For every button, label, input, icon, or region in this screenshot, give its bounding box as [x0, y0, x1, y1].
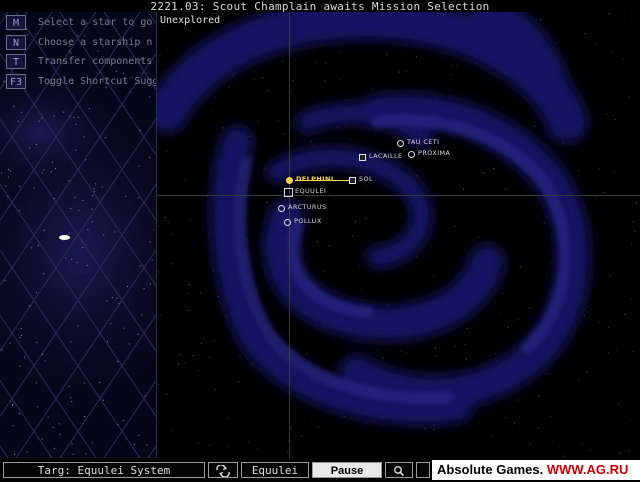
watermark-url: WWW.AG.RU: [546, 462, 629, 477]
extra-button[interactable]: [416, 462, 430, 478]
star-label: TAU CETI: [407, 138, 440, 146]
magnifier-icon: [394, 466, 405, 477]
star-circle-icon: [284, 219, 291, 226]
shortcut-label: Select a star to go: [38, 17, 153, 29]
shortcut-label: Transfer components: [38, 56, 153, 68]
star-label: ARCTURUS: [288, 203, 327, 211]
star-label: PROXIMA: [418, 149, 451, 157]
shortcut-select-star[interactable]: M Select a star to go: [6, 13, 156, 33]
star-square-icon: [349, 177, 356, 184]
region-label: Unexplored: [160, 15, 221, 26]
shortcut-label: Choose a starship n: [38, 36, 153, 48]
shortcut-toggle-suggestions[interactable]: F3 Toggle Shortcut Sugg: [6, 72, 157, 92]
star-label: LACAILLE: [369, 152, 403, 160]
watermark-banner: Absolute Games. WWW.AG.RU: [432, 460, 640, 480]
galaxy-nebula: [157, 12, 637, 458]
bottom-command-bar: Targ: Equulei System Equulei Pause Absol…: [0, 460, 640, 480]
starship-marker[interactable]: [59, 235, 70, 240]
star-label: DELPHINI: [296, 175, 334, 183]
side-panel-viewport[interactable]: M Select a star to go N Choose a starshi…: [0, 12, 157, 458]
pause-button[interactable]: Pause: [312, 462, 382, 478]
star-label: POLLUX: [294, 217, 322, 225]
shortcut-key: M: [6, 15, 26, 31]
shortcut-key: T: [6, 54, 26, 70]
shortcut-key: F3: [6, 73, 26, 89]
system-button[interactable]: Equulei: [241, 462, 309, 478]
cycle-target-button[interactable]: [208, 462, 238, 478]
shortcut-transfer-components[interactable]: T Transfer components: [6, 52, 156, 72]
target-system-field[interactable]: Targ: Equulei System: [3, 462, 205, 478]
star-label: SOL: [359, 175, 374, 183]
crosshair-vertical: [289, 12, 290, 458]
mission-status-title: 2221.03: Scout Champlain awaits Mission …: [150, 0, 490, 13]
star-circle-icon: [408, 151, 415, 158]
crosshair-horizontal: [157, 195, 640, 196]
watermark-brand: Absolute Games.: [437, 462, 544, 477]
galaxy-map[interactable]: Unexplored TAU CETI LACAILLE PROXIMA DEL…: [157, 12, 640, 458]
star-circle-icon: [278, 205, 285, 212]
star-circle-icon: [397, 140, 404, 147]
star-label: EQUULEI: [295, 187, 327, 195]
cycle-arrows-icon: [216, 464, 230, 478]
star-square-icon: [359, 154, 366, 161]
shortcut-key: N: [6, 34, 26, 50]
star-target-box-icon: [284, 188, 293, 197]
shortcut-label: Toggle Shortcut Sugg: [38, 75, 157, 87]
search-button[interactable]: [385, 462, 413, 478]
shortcut-choose-starship[interactable]: N Choose a starship n: [6, 33, 156, 53]
star-selected-icon: [286, 177, 293, 184]
